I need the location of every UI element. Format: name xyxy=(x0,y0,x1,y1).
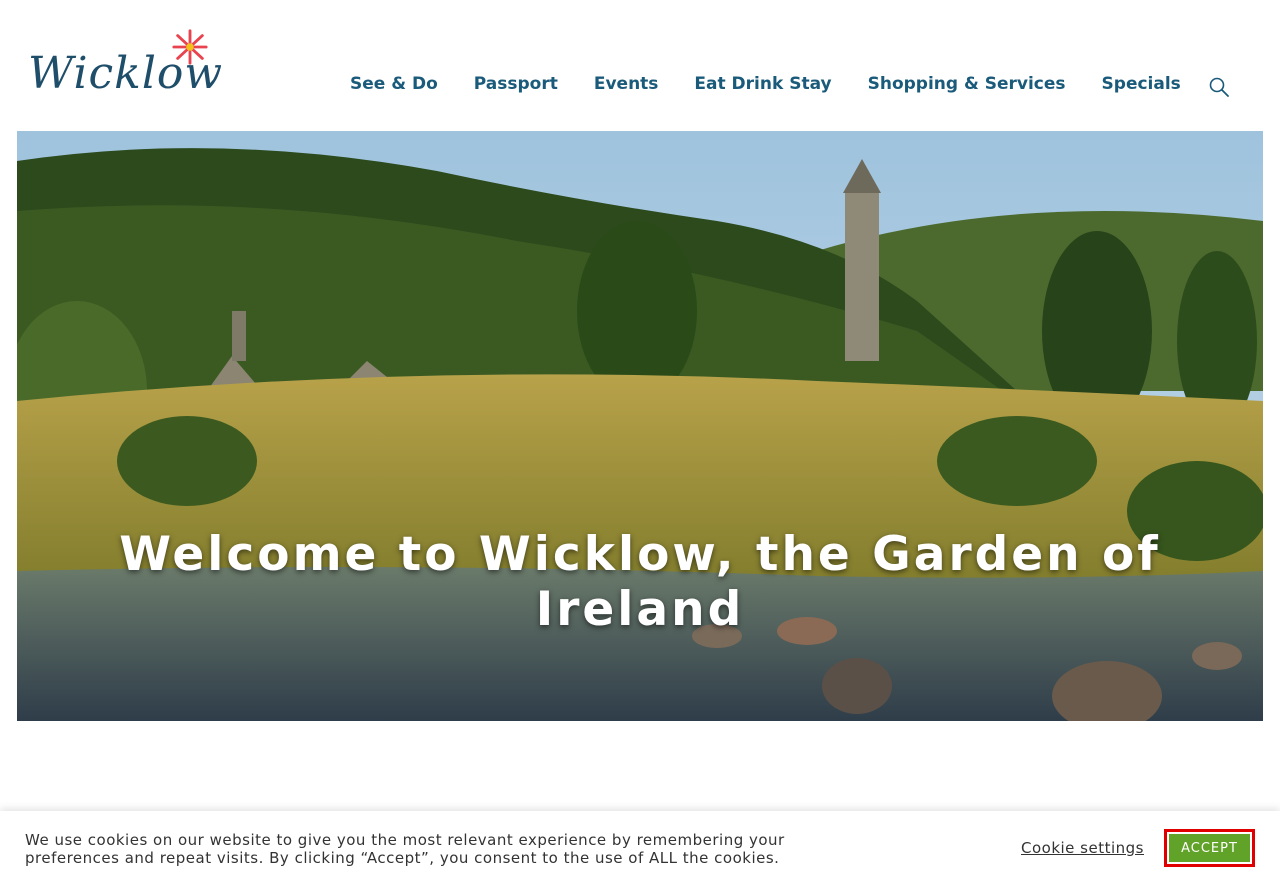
wicklow-logo[interactable]: Wicklow xyxy=(26,28,222,106)
nav-specials[interactable]: Specials xyxy=(1084,74,1199,94)
cookie-settings-link[interactable]: Cookie settings xyxy=(1021,839,1144,857)
main-nav: See & Do Passport Events Eat Drink Stay … xyxy=(332,74,1199,94)
nav-shopping-services[interactable]: Shopping & Services xyxy=(850,74,1084,94)
hero-banner: Welcome to Wicklow, the Garden of Irelan… xyxy=(17,131,1263,721)
nav-eat-drink-stay[interactable]: Eat Drink Stay xyxy=(676,74,849,94)
hero-title: Welcome to Wicklow, the Garden of Irelan… xyxy=(119,527,1161,637)
cookie-banner: We use cookies on our website to give yo… xyxy=(0,811,1280,887)
accept-highlight: ACCEPT xyxy=(1164,829,1255,867)
nav-see-and-do[interactable]: See & Do xyxy=(332,74,456,94)
nav-events[interactable]: Events xyxy=(576,74,677,94)
cookie-message: We use cookies on our website to give yo… xyxy=(25,831,785,867)
site-header: Wicklow See & Do Passport Events Eat Dri… xyxy=(0,0,1280,131)
nav-passport[interactable]: Passport xyxy=(456,74,576,94)
flower-icon xyxy=(172,29,208,65)
search-icon[interactable] xyxy=(1208,76,1230,98)
accept-button[interactable]: ACCEPT xyxy=(1169,834,1250,862)
